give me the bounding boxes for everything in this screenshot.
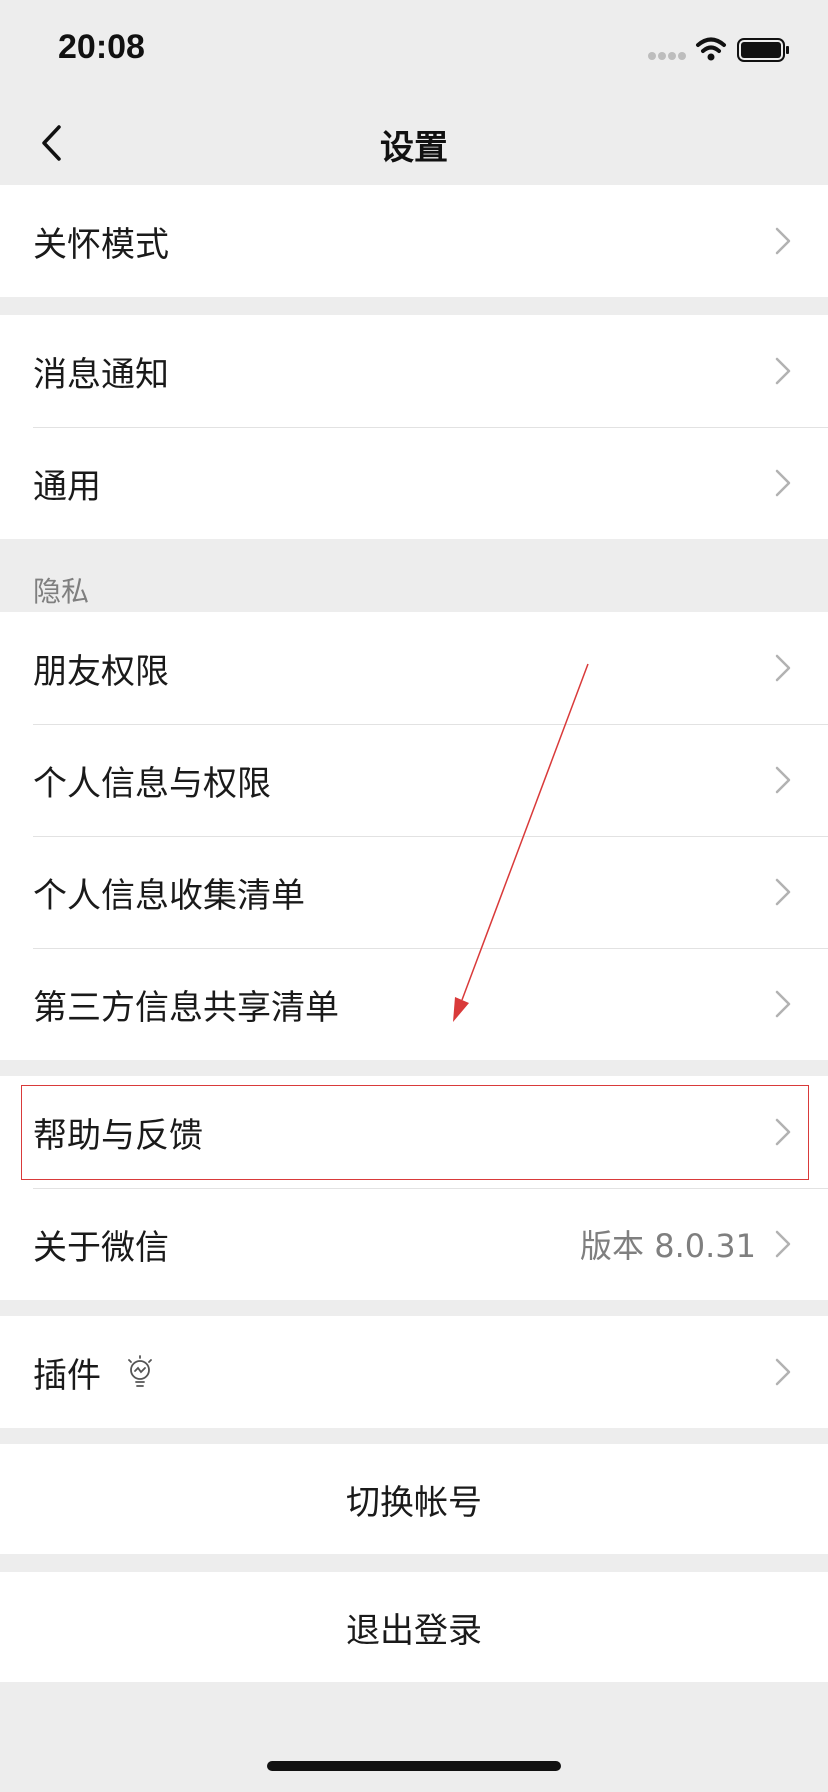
row-personal-info-permissions[interactable]: 个人信息与权限 [0,724,828,836]
row-general[interactable]: 通用 [0,427,828,539]
row-label: 个人信息与权限 [33,763,271,804]
chevron-right-icon [775,878,791,906]
wifi-dot [707,53,715,61]
chevron-right-icon [775,1230,791,1258]
status-time: 20:08 [58,28,145,66]
chevron-right-icon [775,1118,791,1146]
nav-bar: 设置 [0,100,828,184]
chevron-right-icon [775,357,791,385]
chevron-right-icon [775,227,791,255]
signal-icon [648,52,686,60]
status-icons [648,37,789,62]
group-plugins: 插件 [0,1316,828,1428]
section-header-privacy: 隐私 [33,575,90,608]
group-privacy: 朋友权限 个人信息与权限 个人信息收集清单 第三方信息共享清单 [0,612,828,1060]
row-personal-info-list[interactable]: 个人信息收集清单 [0,836,828,948]
group-about: 帮助与反馈 关于微信 版本 8.0.31 [0,1076,828,1300]
row-label: 帮助与反馈 [33,1115,203,1156]
group-care: 关怀模式 [0,185,828,297]
chevron-right-icon [775,990,791,1018]
row-friend-permissions[interactable]: 朋友权限 [0,612,828,724]
logout-button[interactable]: 退出登录 [0,1572,828,1682]
chevron-right-icon [775,654,791,682]
row-label: 第三方信息共享清单 [33,987,339,1028]
row-label: 插件 [33,1355,101,1396]
row-label: 朋友权限 [33,651,169,692]
row-label: 关怀模式 [33,224,169,265]
row-label: 通用 [33,466,101,507]
wifi-icon [696,37,726,53]
chevron-right-icon [775,766,791,794]
group-general: 消息通知 通用 [0,315,828,539]
row-label: 个人信息收集清单 [33,875,305,916]
row-third-party-sharing[interactable]: 第三方信息共享清单 [0,948,828,1060]
switch-account-button[interactable]: 切换帐号 [0,1444,828,1554]
page-title: 设置 [380,128,448,168]
row-label: 消息通知 [33,354,169,395]
status-bar: 20:08 [0,0,828,100]
version-value: 版本 8.0.31 [580,1227,756,1265]
row-about-wechat[interactable]: 关于微信 版本 8.0.31 [0,1188,828,1300]
row-notifications[interactable]: 消息通知 [0,315,828,427]
row-help-feedback[interactable]: 帮助与反馈 [0,1076,828,1188]
row-label: 关于微信 [33,1227,169,1268]
row-care-mode[interactable]: 关怀模式 [0,185,828,297]
chevron-right-icon [775,469,791,497]
lightbulb-icon [128,1355,152,1387]
home-indicator[interactable] [267,1761,561,1771]
battery-icon [737,38,789,62]
chevron-right-icon [775,1358,791,1386]
row-plugins[interactable]: 插件 [0,1316,828,1428]
